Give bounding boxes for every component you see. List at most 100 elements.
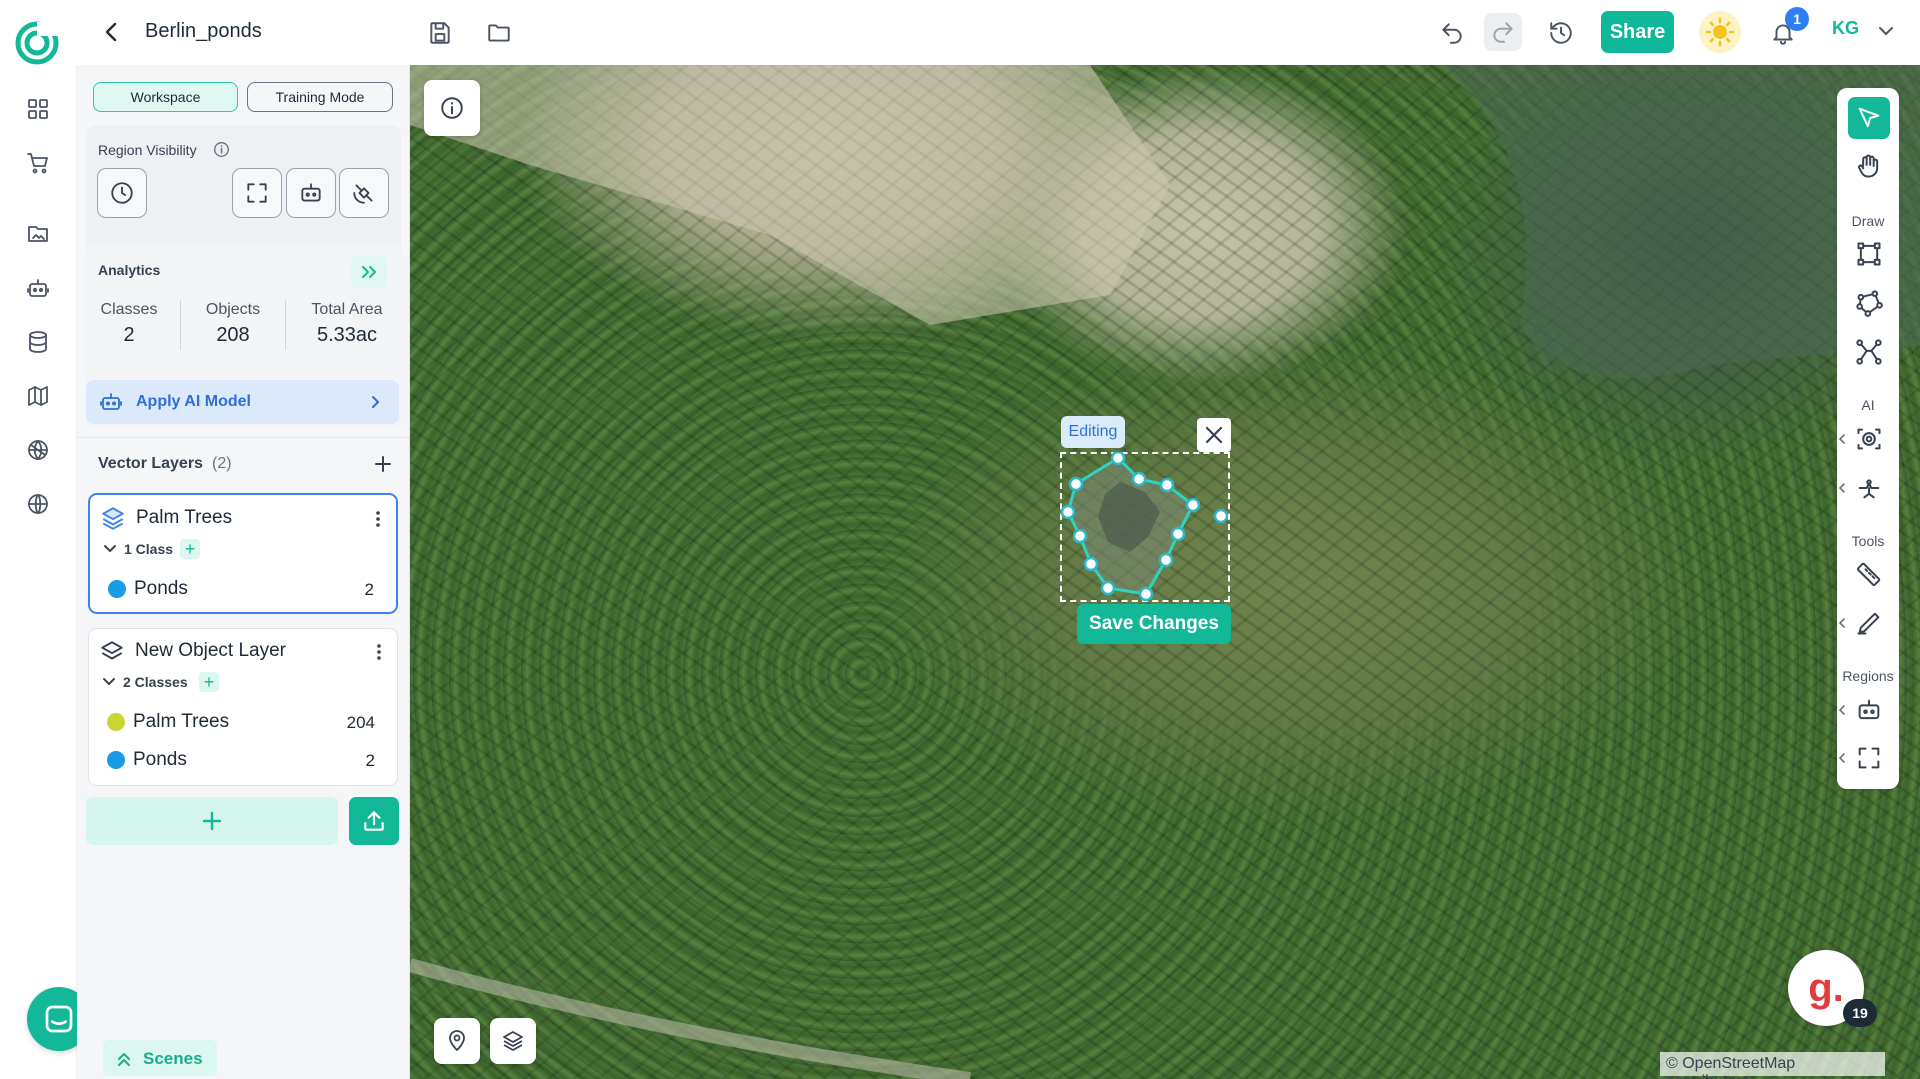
draw-rectangle-button[interactable] — [1848, 233, 1890, 275]
app-logo-icon[interactable] — [14, 20, 60, 66]
freeform-draw-icon — [1856, 339, 1882, 365]
vertex-handle[interactable] — [1158, 552, 1174, 568]
tab-training-mode[interactable]: Training Mode — [247, 82, 393, 112]
vertex-handle[interactable] — [1060, 504, 1076, 520]
undo-icon[interactable] — [1435, 16, 1469, 50]
stat-divider — [180, 300, 181, 350]
draw-polygon-button[interactable] — [1848, 282, 1890, 324]
layers-icon — [102, 507, 124, 530]
select-tool-button[interactable] — [1848, 97, 1890, 139]
draw-freeform-button[interactable] — [1848, 331, 1890, 373]
polygon-vertices[interactable] — [1060, 452, 1240, 602]
double-chevron-up-icon — [118, 1053, 130, 1066]
vertex-handle[interactable] — [1068, 476, 1084, 492]
globe-network-icon[interactable] — [24, 436, 52, 464]
toolbar-section-tools: Tools — [1851, 533, 1885, 549]
full-region-tool-button[interactable] — [1848, 737, 1890, 779]
chat-icon — [45, 1005, 73, 1033]
rectangle-draw-icon — [1857, 242, 1881, 266]
vertex-handle[interactable] — [1138, 586, 1154, 602]
vertex-handle[interactable] — [1170, 526, 1186, 542]
folder-icon[interactable] — [482, 16, 516, 50]
map-info-button[interactable] — [424, 80, 480, 136]
ai-eye-icon — [1857, 428, 1881, 450]
chevron-down-icon[interactable] — [1875, 20, 1897, 42]
share-button[interactable]: Share — [1601, 11, 1674, 53]
scenes-button[interactable]: Scenes — [103, 1040, 217, 1076]
robot-icon[interactable] — [24, 274, 52, 302]
tab-workspace[interactable]: Workspace — [93, 82, 238, 112]
info-icon — [441, 97, 463, 119]
chevron-down-icon[interactable] — [102, 541, 118, 557]
globe-icon[interactable] — [24, 490, 52, 518]
map-attribution[interactable]: © OpenStreetMap contributors. — [1660, 1052, 1885, 1079]
vertex-handle[interactable] — [1131, 471, 1147, 487]
class-name[interactable]: Palm Trees — [133, 711, 229, 733]
more-options-icon[interactable] — [371, 640, 387, 664]
save-icon[interactable] — [423, 16, 457, 50]
chevron-left-icon[interactable] — [1838, 482, 1846, 494]
vertex-handle[interactable] — [1185, 497, 1201, 513]
history-icon[interactable] — [1544, 16, 1578, 50]
class-name[interactable]: Ponds — [134, 578, 188, 600]
chevron-left-icon[interactable] — [1838, 433, 1846, 445]
full-region-button[interactable] — [232, 168, 282, 218]
upload-icon — [364, 811, 384, 831]
chevron-left-icon[interactable] — [1838, 752, 1846, 764]
save-changes-button[interactable]: Save Changes — [1077, 604, 1231, 644]
cart-icon[interactable] — [24, 149, 52, 177]
chevron-left-icon[interactable] — [1838, 704, 1846, 716]
add-layer-button[interactable] — [86, 797, 338, 845]
class-name[interactable]: Ponds — [133, 749, 187, 771]
ai-detect-button[interactable] — [1848, 418, 1890, 460]
stat-objects-value: 208 — [216, 324, 250, 346]
ruler-icon — [1856, 562, 1881, 587]
class-color-dot — [107, 751, 125, 769]
vector-layer-card[interactable]: Palm Trees 1 Class + Ponds 2 — [88, 493, 398, 614]
database-icon[interactable] — [24, 328, 52, 356]
chevron-left-icon — [105, 22, 117, 42]
vertex-handle[interactable] — [1213, 508, 1229, 524]
apply-ai-model-button[interactable]: Apply AI Model — [86, 380, 399, 424]
time-visibility-button[interactable] — [97, 168, 147, 218]
expand-analytics-button[interactable] — [351, 256, 387, 288]
measure-tool-button[interactable] — [1848, 553, 1890, 595]
vector-layers-count: (2) — [212, 455, 232, 472]
user-avatar[interactable]: KG — [1832, 18, 1859, 39]
more-options-icon[interactable] — [370, 507, 386, 531]
satellite-region-button[interactable] — [339, 168, 389, 218]
add-class-button[interactable]: + — [199, 672, 219, 692]
map-layers-button[interactable] — [490, 1018, 536, 1064]
add-class-button[interactable]: + — [180, 539, 200, 559]
stat-area-value: 5.33ac — [316, 324, 378, 346]
map-icon[interactable] — [24, 382, 52, 410]
vertex-handle[interactable] — [1072, 528, 1088, 544]
vertex-handle[interactable] — [1159, 477, 1175, 493]
pen-tool-button[interactable] — [1848, 602, 1890, 644]
vector-layer-card[interactable]: New Object Layer 2 Classes + Palm Trees … — [88, 628, 398, 786]
robot-icon — [100, 393, 122, 410]
chevron-down-icon[interactable] — [101, 674, 117, 690]
pan-tool-button[interactable] — [1848, 145, 1890, 187]
back-button[interactable] — [98, 18, 126, 46]
vertex-handle[interactable] — [1100, 580, 1116, 596]
upload-button[interactable] — [349, 797, 399, 845]
vertex-handle[interactable] — [1083, 556, 1099, 572]
dashboard-icon[interactable] — [24, 95, 52, 123]
info-icon[interactable] — [213, 141, 230, 158]
theme-toggle-button[interactable] — [1699, 11, 1741, 53]
ai-region-button[interactable] — [286, 168, 336, 218]
ai-region-tool-button[interactable] — [1848, 689, 1890, 731]
polygon-draw-icon — [1856, 290, 1883, 317]
add-vector-layer-button[interactable] — [370, 451, 396, 477]
image-folder-icon[interactable] — [24, 220, 52, 248]
scenes-label: Scenes — [143, 1049, 203, 1068]
vertex-handle[interactable] — [1110, 452, 1126, 466]
redo-icon[interactable] — [1484, 13, 1522, 51]
chevron-left-icon[interactable] — [1838, 617, 1846, 629]
sun-icon — [1705, 17, 1735, 47]
location-button[interactable] — [434, 1018, 480, 1064]
ai-segment-button[interactable] — [1848, 467, 1890, 509]
divider — [77, 437, 410, 438]
close-edit-button[interactable] — [1197, 418, 1231, 452]
